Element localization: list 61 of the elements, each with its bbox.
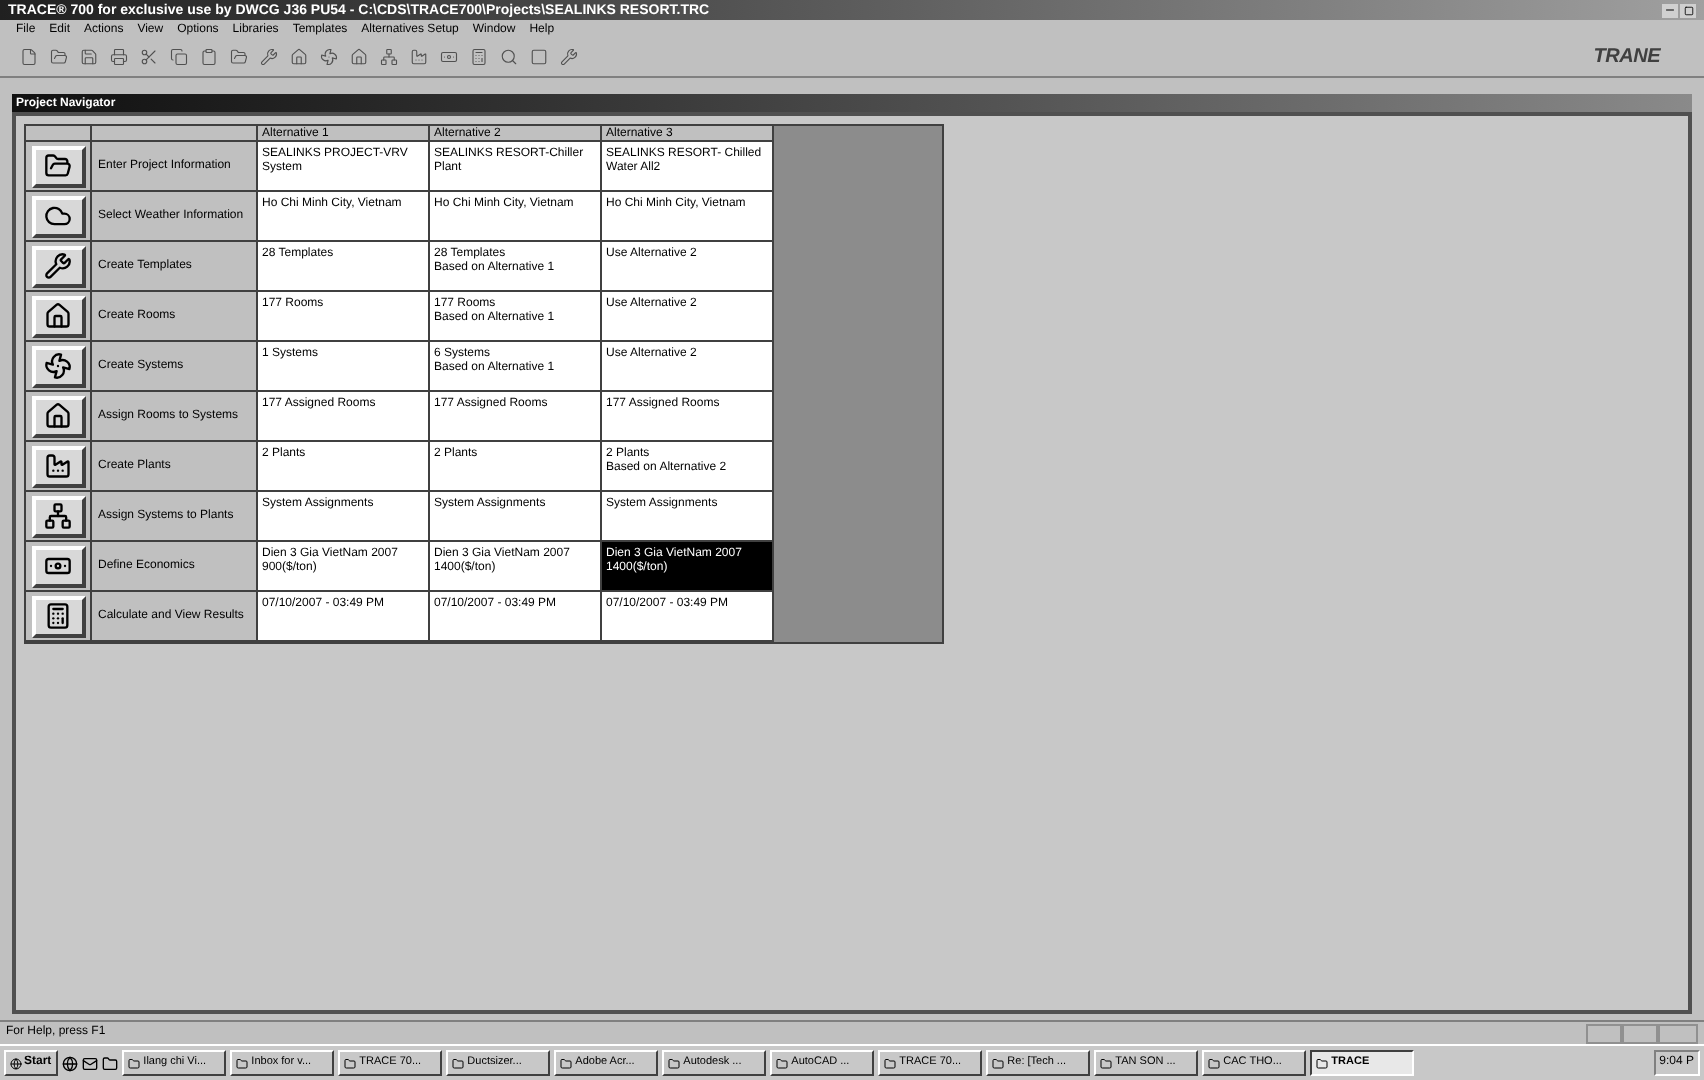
- factory-icon: [44, 452, 72, 480]
- maximize-icon: [1683, 5, 1693, 15]
- cloud-icon: [44, 202, 72, 230]
- folder-icon[interactable]: [101, 1055, 118, 1071]
- maximize-button[interactable]: [1680, 3, 1696, 17]
- folder-icon: [667, 1057, 680, 1069]
- folder-icon: [235, 1057, 248, 1069]
- house-button[interactable]: [31, 395, 85, 437]
- paste-icon[interactable]: [200, 48, 218, 66]
- calculator-icon: [44, 602, 72, 630]
- folder-icon: [44, 152, 72, 180]
- factory-button[interactable]: [31, 445, 85, 487]
- folder-button[interactable]: [31, 145, 85, 187]
- banknote-button[interactable]: [31, 545, 85, 587]
- factory-icon[interactable]: [410, 48, 428, 66]
- folder-icon: [559, 1057, 572, 1069]
- folder-icon: [1099, 1057, 1112, 1069]
- mail-icon[interactable]: [81, 1055, 98, 1071]
- globe-icon: [10, 1057, 22, 1069]
- house-icon: [44, 302, 72, 330]
- house-icon: [44, 402, 72, 430]
- folder-icon: [343, 1057, 356, 1069]
- house-icon[interactable]: [290, 48, 308, 66]
- house-button[interactable]: [31, 295, 85, 337]
- fan-icon: [44, 352, 72, 380]
- folder-icon: [775, 1057, 788, 1069]
- wrench-icon[interactable]: [260, 48, 278, 66]
- folder-icon: [127, 1057, 140, 1069]
- wrench-button[interactable]: [31, 245, 85, 287]
- calculator-icon[interactable]: [470, 48, 488, 66]
- fan-button[interactable]: [31, 345, 85, 387]
- browser-icon[interactable]: [61, 1055, 78, 1071]
- status-pane: [1586, 1023, 1622, 1043]
- network-button[interactable]: [31, 495, 85, 537]
- folder-icon: [883, 1057, 896, 1069]
- minimize-icon: [1664, 4, 1676, 16]
- folder-icon: [1207, 1057, 1220, 1069]
- search-icon[interactable]: [500, 48, 518, 66]
- house-icon[interactable]: [350, 48, 368, 66]
- printer-icon[interactable]: [110, 48, 128, 66]
- status-pane: [1658, 1023, 1698, 1043]
- folder-icon: [1315, 1057, 1328, 1069]
- minimize-button[interactable]: [1662, 3, 1678, 17]
- save-icon[interactable]: [80, 48, 98, 66]
- banknote-icon: [44, 552, 72, 580]
- network-icon[interactable]: [380, 48, 398, 66]
- new-file-icon[interactable]: [20, 48, 38, 66]
- copy-icon[interactable]: [170, 48, 188, 66]
- folder-icon: [991, 1057, 1004, 1069]
- status-pane: [1622, 1023, 1658, 1043]
- network-icon: [44, 502, 72, 530]
- folder-icon: [451, 1057, 464, 1069]
- banknote-icon[interactable]: [440, 48, 458, 66]
- cloud-button[interactable]: [31, 195, 85, 237]
- tool-icon[interactable]: [560, 48, 578, 66]
- fan-icon[interactable]: [320, 48, 338, 66]
- wrench-icon: [44, 252, 72, 280]
- trane-logo: TRANE: [1593, 44, 1660, 72]
- calculator-button[interactable]: [31, 595, 85, 637]
- open-folder-icon[interactable]: [50, 48, 68, 66]
- cut-icon[interactable]: [140, 48, 158, 66]
